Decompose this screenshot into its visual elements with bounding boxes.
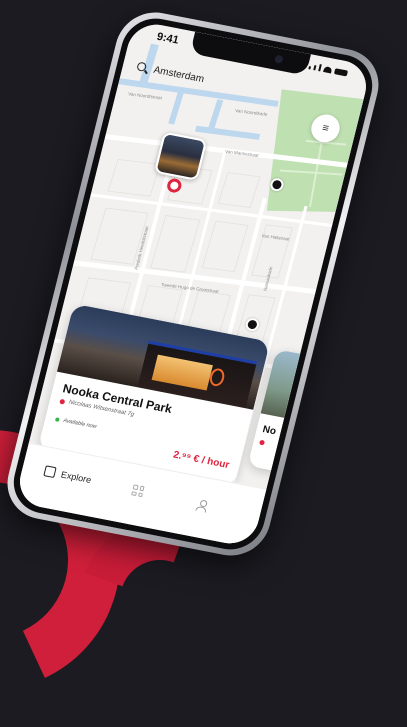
filter-icon: ≡ [320,121,331,135]
home-icon [43,465,57,479]
grid-icon [131,484,145,498]
availability-dot-icon [54,417,60,422]
phone-frame: Van Noordtkade Van Marnixstraat Van Hall… [0,5,387,563]
availability: Available now [54,416,98,431]
road [73,260,317,294]
signal-icon [308,66,312,70]
canal [208,99,224,130]
app-screen: Van Noordtkade Van Marnixstraat Van Hall… [14,19,372,549]
signal-icon [318,64,322,72]
tab-explore[interactable]: Explore [43,465,92,485]
phone-bezel: Van Noordtkade Van Marnixstraat Van Hall… [6,12,380,556]
listing-price: 2.⁹⁹ € / hour [171,449,231,472]
tab-profile[interactable] [195,499,207,512]
search-input[interactable]: Amsterdam [152,64,205,84]
user-icon [195,499,207,512]
availability-text: Available now [62,417,98,431]
location-icon [59,398,66,405]
listing-title: No [261,424,278,438]
location-icon [258,439,266,446]
tab-explore-label: Explore [60,468,93,485]
camera-icon [273,54,284,64]
canal [168,87,186,125]
phone-mockup: Van Noordtkade Van Marnixstraat Van Hall… [0,5,387,563]
wifi-icon [323,66,333,74]
signal-icon [313,65,317,71]
canal [194,125,261,140]
tab-bookings[interactable] [131,484,145,498]
search-icon [136,61,148,73]
